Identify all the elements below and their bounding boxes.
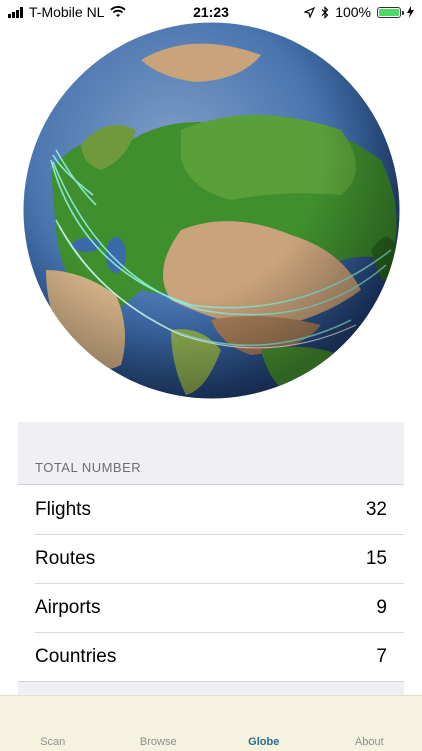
status-left: T-Mobile NL [8,4,126,20]
globe-shading [24,23,400,399]
tab-label: Scan [40,736,65,748]
tab-label: Browse [140,736,177,748]
section-header-total-number: TOTAL NUMBER [35,460,141,475]
tab-label: Globe [248,736,279,748]
stat-label: Routes [35,548,95,570]
signal-strength-icon [8,7,23,18]
stat-label: Flights [35,499,91,521]
stat-row-routes[interactable]: Routes 15 [18,534,404,583]
wifi-icon [110,6,126,18]
flight-globe[interactable] [21,20,402,401]
status-right: 100% [304,4,414,20]
stats-list: Flights 32 Routes 15 Airports 9 Countrie… [18,484,404,682]
tab-about[interactable]: About [317,696,422,751]
tab-bar: Scan Browse Globe About [0,695,422,751]
tab-scan[interactable]: Scan [0,696,106,751]
stat-row-flights[interactable]: Flights 32 [18,485,404,534]
battery-icon [377,7,401,18]
stat-value: 15 [366,548,387,570]
bluetooth-icon [321,6,329,19]
stat-label: Airports [35,597,100,619]
tab-label: About [355,736,384,748]
stat-label: Countries [35,646,116,668]
stat-row-countries[interactable]: Countries 7 [18,632,404,681]
carrier-name: T-Mobile NL [29,4,104,20]
location-arrow-icon [304,7,315,18]
stat-value: 32 [366,499,387,521]
stat-row-airports[interactable]: Airports 9 [18,583,404,632]
stat-value: 9 [376,597,387,619]
battery-percent: 100% [335,4,371,20]
tab-globe[interactable]: Globe [211,696,317,751]
stat-value: 7 [376,646,387,668]
tab-browse[interactable]: Browse [106,696,212,751]
globe-canvas[interactable] [21,20,402,401]
charging-bolt-icon [407,6,414,18]
